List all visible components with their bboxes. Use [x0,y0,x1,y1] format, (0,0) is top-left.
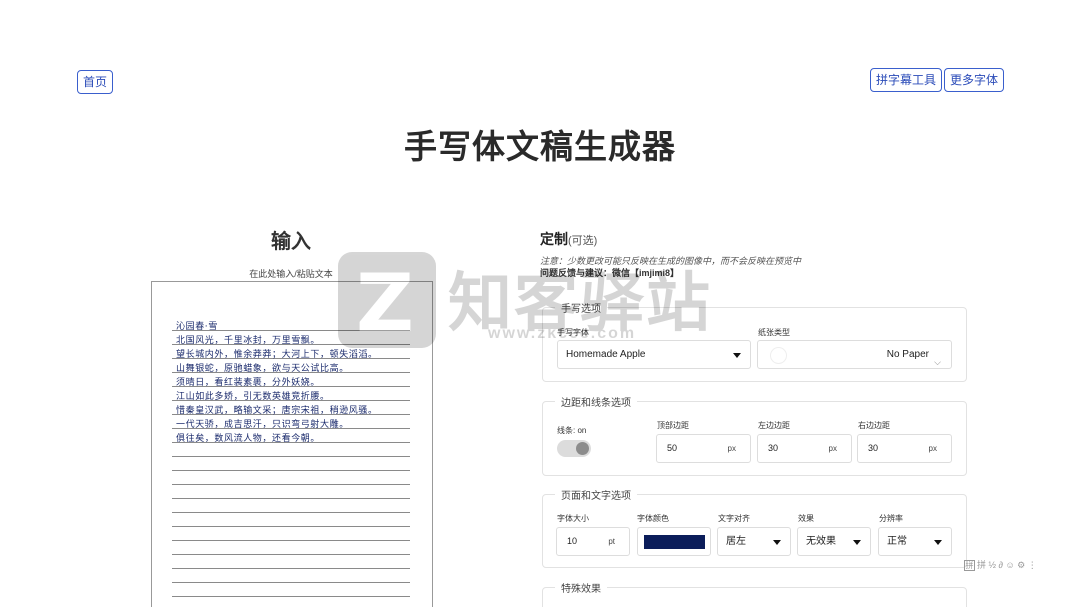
subtitle-tool-button[interactable]: 拼字幕工具 [870,68,943,92]
text-align-select[interactable]: 居左 [717,527,791,556]
handwritten-line: 山舞银蛇，原驰蜡象，欲与天公试比高。 [176,364,349,374]
font-color-picker[interactable] [637,527,711,556]
ruled-line [172,554,410,555]
ruled-line [172,582,410,583]
effect-value: 无效果 [806,536,836,547]
right-margin-value: 30 [868,443,879,453]
special-effects-group: 特殊效果 [542,580,967,607]
ime-toolbar-text: 拼 ½ ∂ ☺ ⚙ ⋮ [977,560,1037,570]
ruled-line [172,512,410,513]
font-select[interactable]: Homemade Apple [557,340,751,369]
chevron-down-icon [733,353,741,358]
ruled-line [172,526,410,527]
page-title: 手写体文稿生成器 [404,128,676,165]
page-text-options-legend: 页面和文字选项 [561,491,631,502]
input-heading: 输入 [271,231,311,253]
handwritten-line: 俱往矣，数风流人物，还看今朝。 [176,434,321,444]
paper-label: 纸张类型 [758,328,790,337]
px-unit: px [828,444,837,453]
chevron-down-icon [934,540,942,545]
ruled-line [172,568,410,569]
paper-select[interactable]: No Paper ⌵ [757,340,952,369]
font-select-value: Homemade Apple [566,349,646,360]
resolution-label: 分辨率 [879,514,903,523]
text-input-paper[interactable]: 沁园春·雪北国风光，千里冰封，万里雪飘。望长城内外，惟余莽莽；大河上下，顿失滔滔… [151,281,433,607]
lines-label: 线条: on [557,426,587,435]
font-color-label: 字体颜色 [637,514,669,523]
resolution-select[interactable]: 正常 [878,527,952,556]
px-unit: px [928,444,937,453]
text-align-value: 居左 [726,536,746,547]
pt-unit: pt [608,537,615,546]
handwritten-line: 江山如此多娇，引无数英雄竞折腰。 [176,392,330,402]
font-size-value: 10 [567,536,578,546]
custom-optional-label: (可选) [568,235,598,247]
right-margin-input[interactable]: 30 px [857,434,952,463]
handwriting-options-legend: 手写选项 [561,304,601,315]
left-margin-label: 左边边距 [758,421,790,430]
top-margin-input[interactable]: 50 px [656,434,751,463]
font-label: 手写字体 [557,328,589,337]
text-align-label: 文字对齐 [718,514,750,523]
ruled-line [172,484,410,485]
font-size-label: 字体大小 [557,514,589,523]
top-margin-value: 50 [667,443,678,453]
handwritten-line: 沁园春·雪 [176,322,218,332]
ruled-line [172,456,410,457]
ime-toolbar[interactable]: 拼拼 ½ ∂ ☺ ⚙ ⋮ [964,558,1080,574]
more-fonts-button[interactable]: 更多字体 [944,68,1005,92]
px-unit: px [727,444,736,453]
paper-preview-icon [770,347,787,364]
input-hint: 在此处输入/粘贴文本 [249,269,333,279]
toggle-knob [576,442,589,455]
handwritten-line: 北国风光，千里冰封，万里雪飘。 [176,336,321,346]
home-button[interactable]: 首页 [77,70,114,94]
paper-select-value: No Paper [886,349,929,360]
ime-mode-icon[interactable]: 拼 [964,560,975,572]
ruled-line [172,540,410,541]
custom-heading: 定制(可选) [540,229,597,249]
effect-label: 效果 [798,514,814,523]
handwritten-line: 一代天骄，成吉思汗，只识弯弓射大雕。 [176,420,349,430]
ruled-line [172,498,410,499]
left-margin-input[interactable]: 30 px [757,434,852,463]
ruled-line [172,470,410,471]
chevron-down-icon [773,540,781,545]
chevron-down-icon [853,540,861,545]
handwritten-line: 须晴日，看红装素裹，分外妖娆。 [176,378,321,388]
lines-toggle[interactable] [557,440,591,457]
margin-options-legend: 边距和线条选项 [561,398,631,409]
ruled-line [172,596,410,597]
top-margin-label: 顶部边距 [657,421,689,430]
left-margin-value: 30 [768,443,779,453]
effect-select[interactable]: 无效果 [797,527,871,556]
handwritten-line: 惜秦皇汉武，略输文采；唐宗宋祖，稍逊风骚。 [176,406,378,416]
chevron-down-icon: ⌵ [934,357,941,367]
resolution-value: 正常 [887,536,907,547]
handwritten-line: 望长城内外，惟余莽莽；大河上下，顿失滔滔。 [176,350,378,360]
custom-heading-label: 定制 [540,231,568,247]
feedback-text: 问题反馈与建议：微信【imjimi8】 [540,268,680,278]
right-margin-label: 右边边距 [858,421,890,430]
font-size-input[interactable]: 10 pt [556,527,630,556]
font-color-swatch [644,535,705,549]
special-effects-legend: 特殊效果 [561,584,601,595]
